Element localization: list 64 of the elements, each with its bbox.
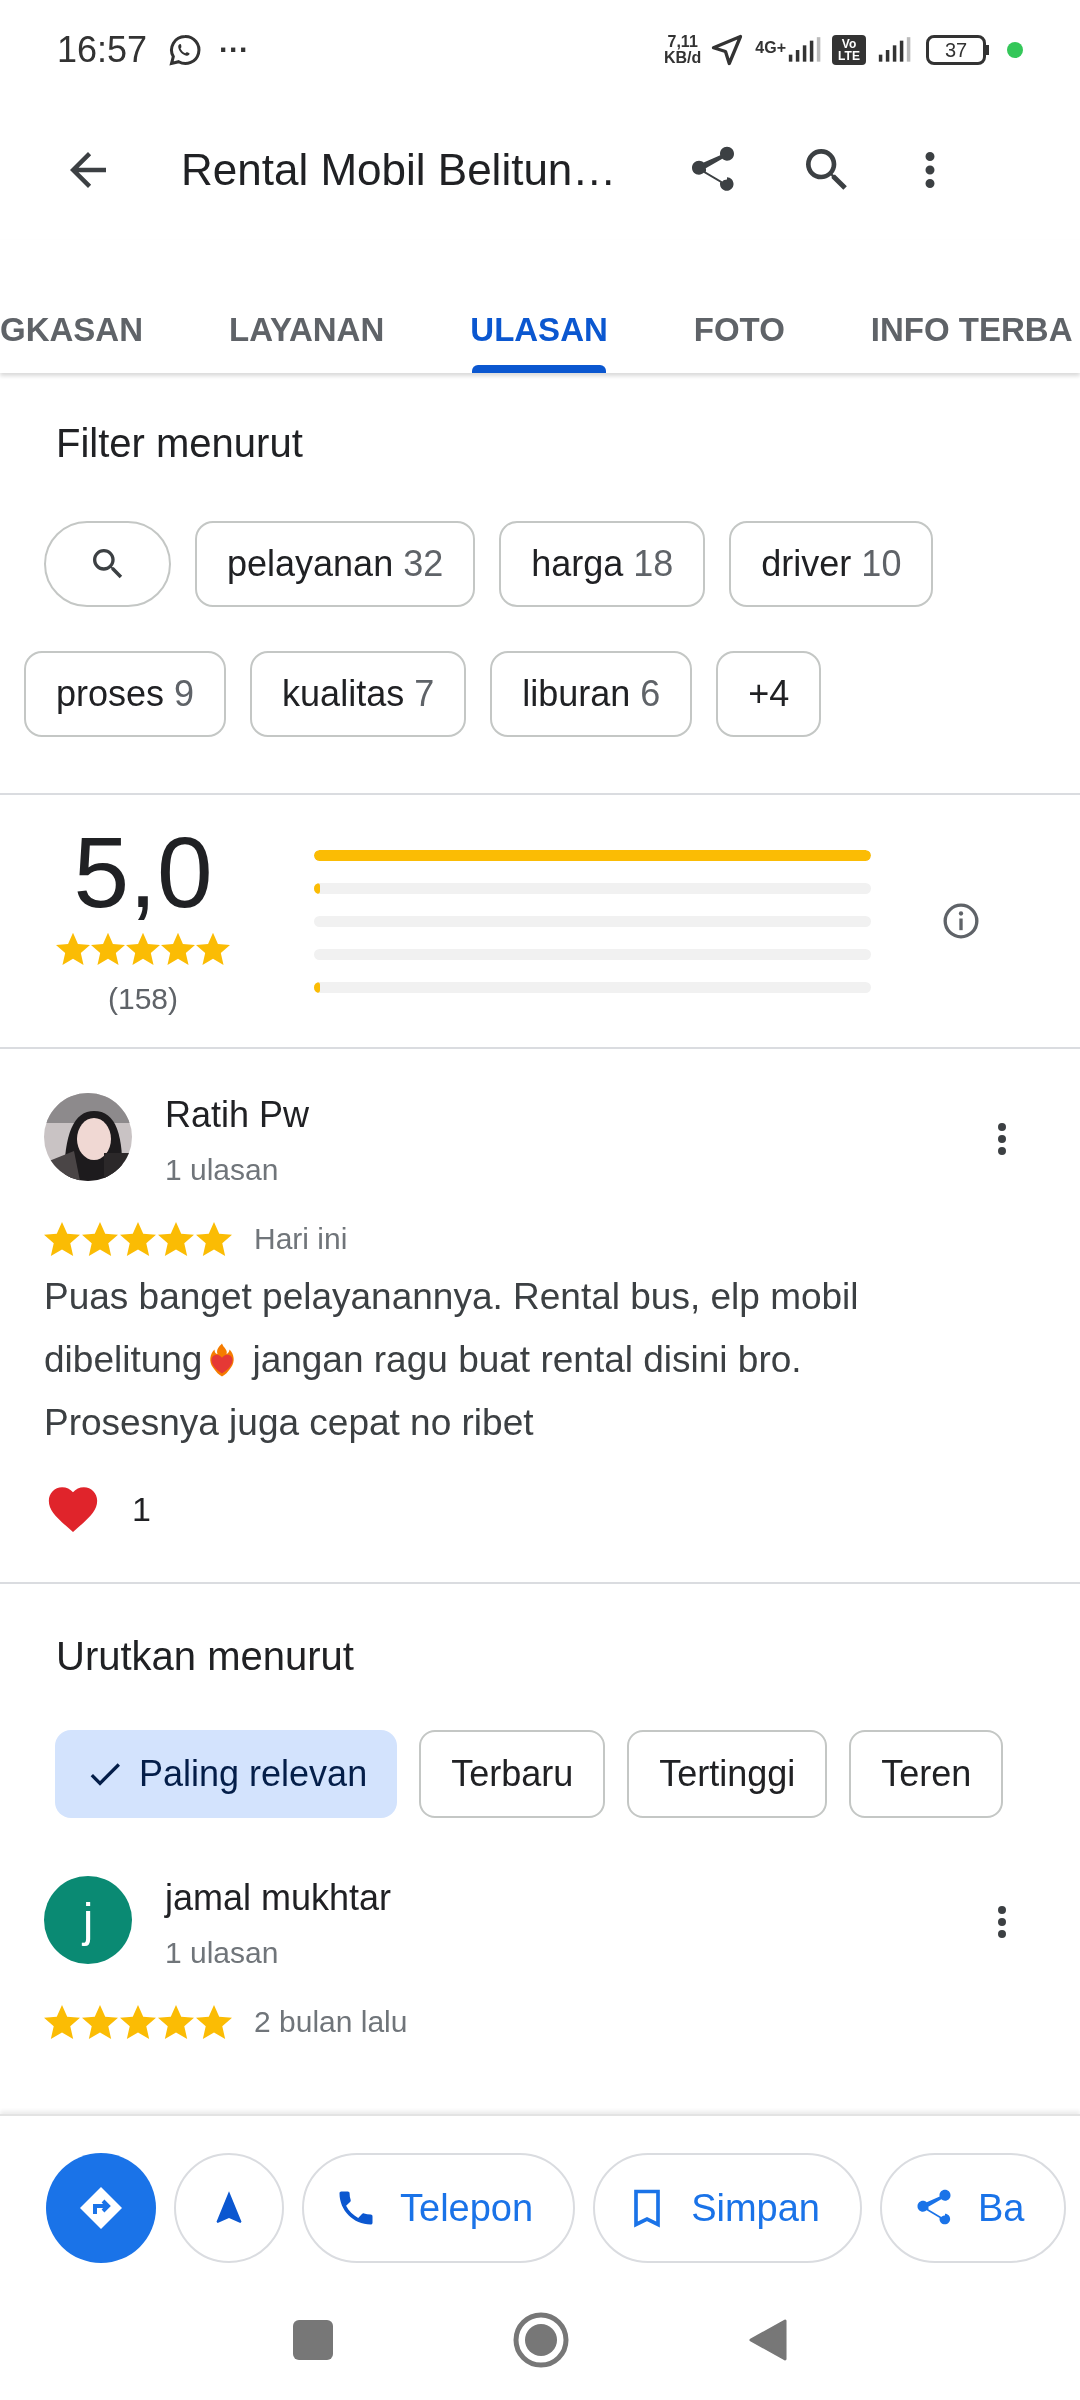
review-text: jangan ragu buat rental disini bro. [252, 1338, 802, 1382]
section-heading: Filter menurut [56, 420, 304, 467]
tab[interactable]: FOTO [693, 240, 785, 373]
star-icon [158, 1220, 194, 1257]
battery-icon: 37 [926, 35, 989, 65]
filter-chip[interactable]: liburan 6 [490, 651, 693, 737]
review-date: Hari ini [254, 1221, 348, 1257]
star-icon [196, 1220, 232, 1257]
notification-dots: ··· [219, 35, 250, 65]
tab[interactable]: INFO TERBA [870, 240, 1073, 373]
star-icon [120, 2003, 156, 2040]
filter-chip[interactable]: harga 18 [499, 521, 706, 607]
clock-time: 16:57 [57, 28, 148, 72]
star-icon [56, 931, 90, 966]
section-heading: Urutkan menurut [56, 1633, 355, 1680]
star-icon [126, 931, 160, 966]
home-icon[interactable] [513, 2312, 569, 2368]
page-title: Rental Mobil Belitun… [181, 144, 618, 196]
info-icon[interactable] [941, 901, 981, 941]
reviewer-review-count: 1 ulasan [165, 1152, 280, 1188]
star-icon [82, 1220, 118, 1257]
call-button[interactable]: Telepon [302, 2153, 576, 2263]
star-icon [44, 2003, 80, 2040]
share-button[interactable]: Ba [879, 2153, 1067, 2263]
star-icon [120, 1220, 156, 1257]
sort-chip[interactable]: Paling relevan [55, 1730, 398, 1818]
review-text: dibelitung [44, 1338, 203, 1382]
like-count: 1 [132, 1488, 151, 1530]
reviewer-review-count: 1 ulasan [165, 1935, 280, 1971]
filter-chip[interactable]: kualitas 7 [250, 651, 467, 737]
reviewer-name: jamal mukhtar [165, 1876, 393, 1920]
tab[interactable]: GKASAN [0, 240, 143, 373]
star-icon [82, 2003, 118, 2040]
filter-chip[interactable]: proses 9 [24, 651, 227, 737]
star-icon [91, 931, 125, 966]
sort-chip[interactable]: Terbaru [419, 1730, 606, 1818]
tab[interactable]: ULASAN [470, 240, 608, 373]
back-icon[interactable] [749, 2319, 787, 2361]
start-button[interactable] [174, 2153, 284, 2263]
filter-chip[interactable]: pelayanan 32 [195, 521, 476, 607]
network-speed: 7,11 KB/d [664, 34, 702, 66]
filter-chip[interactable]: +4 [716, 651, 822, 737]
review-count: (158) [107, 980, 178, 1017]
star-icon [196, 2003, 232, 2040]
review-date: 2 bulan lalu [254, 2004, 408, 2040]
search-chip[interactable] [44, 521, 171, 607]
filter-chip[interactable]: driver 10 [729, 521, 934, 607]
mobile-signal-icon: 4G+ [755, 36, 822, 64]
star-icon [158, 2003, 194, 2040]
tab[interactable]: LAYANAN [229, 240, 385, 373]
review-text: Prosesnya juga cepat no ribet [44, 1401, 534, 1445]
sort-chip[interactable]: Teren [849, 1730, 1004, 1818]
volte-icon: Vo LTE [832, 35, 866, 65]
sort-chip[interactable]: Tertinggi [627, 1730, 828, 1818]
signal-bars-icon [876, 36, 912, 64]
save-button[interactable]: Simpan [593, 2153, 862, 2263]
signal-bars-icon [786, 36, 822, 64]
review-text: Puas banget pelayanannya. Rental bus, elp mobil [44, 1275, 859, 1319]
user-avatar: j [44, 1876, 132, 1964]
reviewer-name: Ratih Pw [165, 1093, 311, 1137]
star-icon [196, 931, 230, 966]
star-icon [44, 1220, 80, 1257]
rating-score: 5,0 [73, 821, 213, 922]
star-icon [161, 931, 195, 966]
